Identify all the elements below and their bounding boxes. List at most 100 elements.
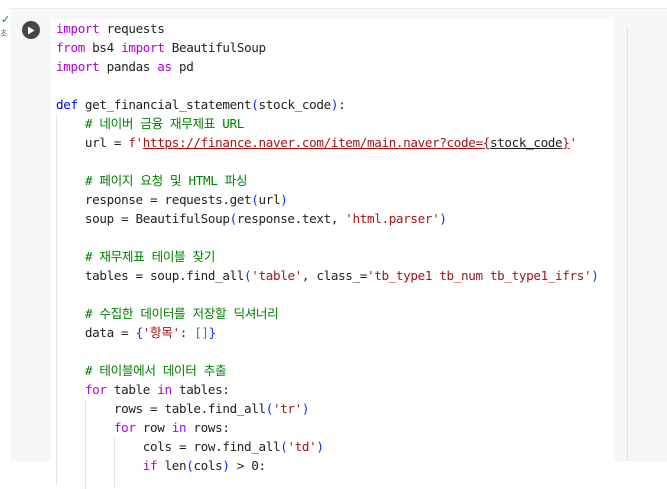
code-token: table bbox=[106, 382, 158, 397]
execution-success-icon: ✓ bbox=[1, 13, 11, 26]
code-token: 'td' bbox=[287, 439, 317, 454]
code-line: rows = table.find_all('tr') bbox=[56, 399, 598, 418]
code-token: 'tb_type1 tb_num tb_type1_ifrs' bbox=[367, 268, 592, 283]
code-line: soup = BeautifulSoup(response.text, 'htm… bbox=[56, 209, 598, 228]
code-token: # 수집한 데이터를 저장할 딕셔너리 bbox=[84, 306, 279, 321]
code-token: ( bbox=[251, 97, 259, 112]
code-token: f' bbox=[128, 135, 143, 150]
code-token: len bbox=[157, 458, 187, 473]
code-token: ) bbox=[439, 211, 447, 226]
code-token: get_financial_statement bbox=[77, 97, 252, 112]
code-token: pandas bbox=[99, 59, 158, 74]
code-token: tables: bbox=[171, 382, 230, 397]
code-token: stock_code bbox=[258, 97, 332, 112]
code-token: in bbox=[157, 382, 172, 397]
code-token: cols = row.find_all bbox=[56, 439, 281, 454]
code-token: response = requests.get bbox=[56, 192, 252, 207]
notebook-page: { "cell": { "status_check": "✓", "status… bbox=[0, 0, 667, 489]
code-cell: import requests from bs4 import Beautiful… bbox=[10, 8, 667, 489]
code-token: { bbox=[135, 325, 144, 340]
code-token: # 페이지 요청 및 HTML 파싱 bbox=[84, 173, 248, 188]
code-token: if bbox=[142, 458, 158, 473]
code-token: stock_code bbox=[489, 135, 563, 150]
code-token: : bbox=[179, 325, 195, 340]
code-token: from bbox=[56, 40, 85, 55]
code-line: if len(cols) > 0: bbox=[56, 456, 598, 475]
code-token: https://finance.naver.com/item/main.nave… bbox=[142, 135, 483, 150]
code-token: import bbox=[56, 59, 100, 74]
code-token: ) bbox=[591, 268, 599, 283]
code-token: ) bbox=[222, 458, 230, 473]
code-line: # 테이블에서 데이터 추출 bbox=[56, 361, 598, 380]
code-editor[interactable]: import requests from bs4 import Beautiful… bbox=[51, 19, 614, 489]
code-token: tables = soup.find_all bbox=[56, 268, 245, 283]
code-token: import bbox=[121, 40, 165, 55]
code-token: 'html.parser' bbox=[345, 211, 440, 226]
code-token: > 0: bbox=[229, 458, 266, 473]
play-icon bbox=[28, 26, 35, 34]
code-token: requests bbox=[99, 21, 165, 36]
code-token: ) bbox=[330, 97, 339, 112]
code-token: ) bbox=[316, 439, 324, 454]
code-token: row bbox=[135, 420, 172, 435]
code-line: from bs4 import BeautifulSoup bbox=[56, 38, 598, 57]
code-token: for bbox=[113, 420, 136, 435]
code-token: ( bbox=[251, 192, 259, 207]
code-token: BeautifulSoup bbox=[164, 40, 266, 55]
code-token: [] bbox=[194, 325, 209, 340]
code-line: for table in tables: bbox=[56, 380, 598, 399]
code-token: ) bbox=[301, 401, 310, 416]
code-token: } bbox=[562, 135, 570, 150]
code-token: url = bbox=[56, 135, 129, 150]
execution-time-label: 초 bbox=[0, 29, 8, 38]
code-token: data = bbox=[56, 325, 136, 340]
run-cell-button[interactable] bbox=[22, 21, 40, 39]
code-token: # 재무제표 테이블 찾기 bbox=[84, 249, 215, 264]
code-token: in bbox=[171, 420, 187, 435]
code-token: as bbox=[157, 59, 172, 74]
code-token: pd bbox=[171, 59, 194, 74]
code-token: 'tr' bbox=[272, 401, 302, 416]
code-token: ' bbox=[569, 135, 578, 150]
code-line: data = {'항목': []} bbox=[56, 323, 598, 342]
code-line: # 수집한 데이터를 저장할 딕셔너리 bbox=[56, 304, 598, 323]
code-token: response.text, bbox=[236, 211, 346, 226]
code-token: { bbox=[482, 135, 491, 150]
code-line: cols = row.find_all('td') bbox=[56, 437, 598, 456]
code-line: def get_financial_statement(stock_code): bbox=[56, 95, 598, 114]
code-token: cols bbox=[193, 458, 223, 473]
code-line: import pandas as pd bbox=[56, 57, 598, 76]
code-lines: import requests from bs4 import Beautiful… bbox=[56, 19, 599, 475]
code-token: def bbox=[56, 97, 78, 112]
code-token: for bbox=[84, 382, 107, 397]
code-line: # 재무제표 테이블 찾기 bbox=[56, 247, 598, 266]
code-token: ) bbox=[280, 192, 288, 207]
code-line: # 페이지 요청 및 HTML 파싱 bbox=[56, 171, 598, 190]
code-token: url bbox=[258, 192, 281, 207]
code-token: '항목' bbox=[142, 325, 180, 340]
code-token: bs4 bbox=[84, 40, 122, 55]
code-token: soup = BeautifulSoup bbox=[56, 211, 230, 226]
code-token: , class_= bbox=[301, 268, 367, 283]
code-line: url = f'https://finance.naver.com/item/m… bbox=[56, 133, 598, 152]
code-token: rows: bbox=[186, 420, 230, 435]
code-token: import bbox=[56, 21, 100, 36]
cell-gutter: ✓ 초 bbox=[0, 0, 10, 461]
code-token: # 네이버 금융 재무제표 URL bbox=[84, 116, 244, 131]
code-line: for row in rows: bbox=[56, 418, 598, 437]
code-token: } bbox=[208, 325, 217, 340]
code-token: ( bbox=[229, 211, 238, 226]
code-line: import requests bbox=[56, 19, 598, 38]
